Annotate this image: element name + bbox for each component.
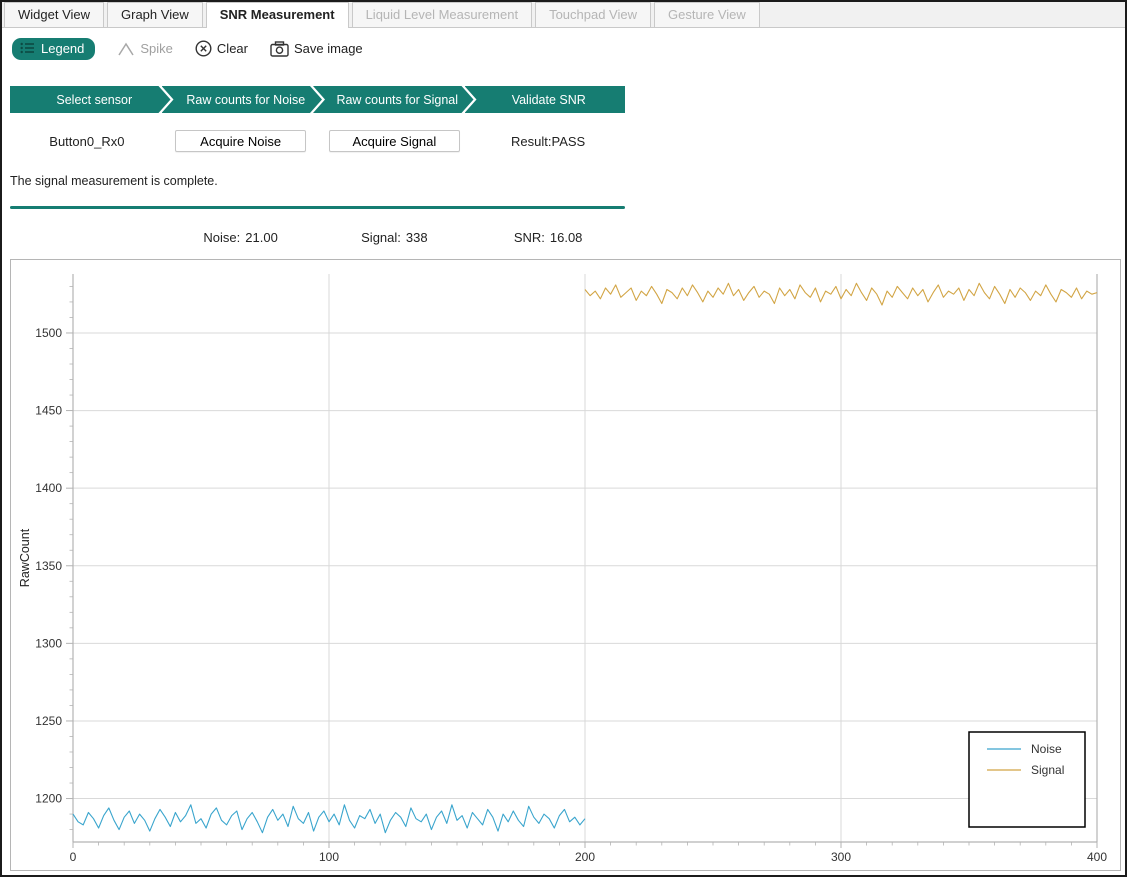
snr-metric: SNR: 16.08 — [471, 230, 625, 245]
signal-metric-label: Signal: — [361, 229, 401, 245]
tab-graph-view[interactable]: Graph View — [107, 2, 203, 27]
acquire-noise-button[interactable]: Acquire Noise — [175, 130, 307, 152]
snr-metric-label: SNR: — [513, 229, 545, 245]
legend-button-label: Legend — [41, 40, 85, 56]
signal-metric-value: 338 — [405, 229, 428, 245]
chart-legend-box — [968, 731, 1086, 828]
wizard-step-validate-snr: Validate SNR — [464, 86, 625, 113]
clear-button[interactable]: Clear — [195, 40, 248, 57]
spike-peak-icon — [117, 42, 135, 56]
legend-list-icon — [20, 42, 35, 54]
legend-noise-label: Noise — [1031, 742, 1062, 756]
metrics-row: Noise: 21.00 Signal: 338 SNR: 16.08 — [10, 228, 625, 246]
app-window: { "tabs": { "items": [ { "label": "Widge… — [0, 0, 1127, 877]
y-tick-label: 1500 — [35, 326, 62, 340]
sensor-name-label: Button0_Rx0 — [49, 133, 125, 149]
y-axis-title: RawCount — [18, 528, 32, 587]
tab-bar: Widget View Graph View SNR Measurement L… — [2, 2, 1125, 28]
signal-metric: Signal: 338 — [318, 230, 472, 245]
y-tick-label: 1450 — [35, 404, 62, 418]
noise-metric: Noise: 21.00 — [164, 230, 318, 245]
tab-snr-measurement[interactable]: SNR Measurement — [205, 2, 349, 28]
x-tick-label: 200 — [575, 850, 595, 864]
legend-toggle-button[interactable]: Legend — [12, 37, 96, 60]
wizard-step-raw-counts-noise: Raw counts for Noise — [162, 86, 323, 113]
toolbar: Legend Spike Clear Save image — [2, 28, 1125, 66]
save-image-button-label: Save image — [294, 41, 363, 56]
wizard-step-raw-counts-signal: Raw counts for Signal — [313, 86, 474, 113]
progress-bar — [10, 206, 625, 209]
wizard-step-select-sensor: Select sensor — [10, 86, 171, 113]
y-tick-label: 1350 — [35, 559, 62, 573]
noise-metric-value: 21.00 — [245, 229, 278, 245]
wizard-steps: Select sensor Raw counts for Noise Raw c… — [10, 86, 625, 113]
controls-row: Button0_Rx0 Acquire Noise Acquire Signal… — [10, 129, 625, 153]
rawcount-chart: 0 100 200 300 400 1200 1250 1300 1350 1400 1450 150… — [10, 259, 1121, 871]
y-tick-label: 1300 — [35, 636, 62, 650]
noise-metric-label: Noise: — [203, 229, 241, 245]
clear-button-label: Clear — [216, 41, 248, 56]
result-status-label: Result:PASS — [511, 133, 586, 149]
x-tick-label: 300 — [831, 850, 851, 864]
circle-x-icon — [195, 40, 212, 57]
status-message: The signal measurement is complete. — [10, 174, 218, 188]
x-tick-label: 400 — [1087, 850, 1107, 864]
chart-svg: 0 100 200 300 400 1200 1250 1300 1350 1400 1450 150… — [18, 274, 1107, 864]
tab-widget-view[interactable]: Widget View — [4, 2, 105, 27]
legend-signal-label: Signal — [1031, 763, 1064, 777]
snr-metric-value: 16.08 — [549, 229, 583, 245]
x-tick-label: 0 — [70, 850, 77, 864]
save-image-button[interactable]: Save image — [270, 40, 363, 57]
x-tick-label: 100 — [319, 850, 339, 864]
y-tick-label: 1250 — [35, 714, 62, 728]
tab-liquid-level-measurement[interactable]: Liquid Level Measurement — [351, 2, 533, 27]
acquire-signal-button[interactable]: Acquire Signal — [328, 130, 460, 152]
tab-gesture-view[interactable]: Gesture View — [654, 2, 760, 27]
spike-button[interactable]: Spike — [117, 41, 173, 56]
spike-button-label: Spike — [140, 41, 173, 56]
y-tick-label: 1200 — [35, 792, 62, 806]
tab-touchpad-view[interactable]: Touchpad View — [535, 2, 651, 27]
camera-icon — [270, 40, 289, 57]
y-tick-label: 1400 — [35, 481, 62, 495]
